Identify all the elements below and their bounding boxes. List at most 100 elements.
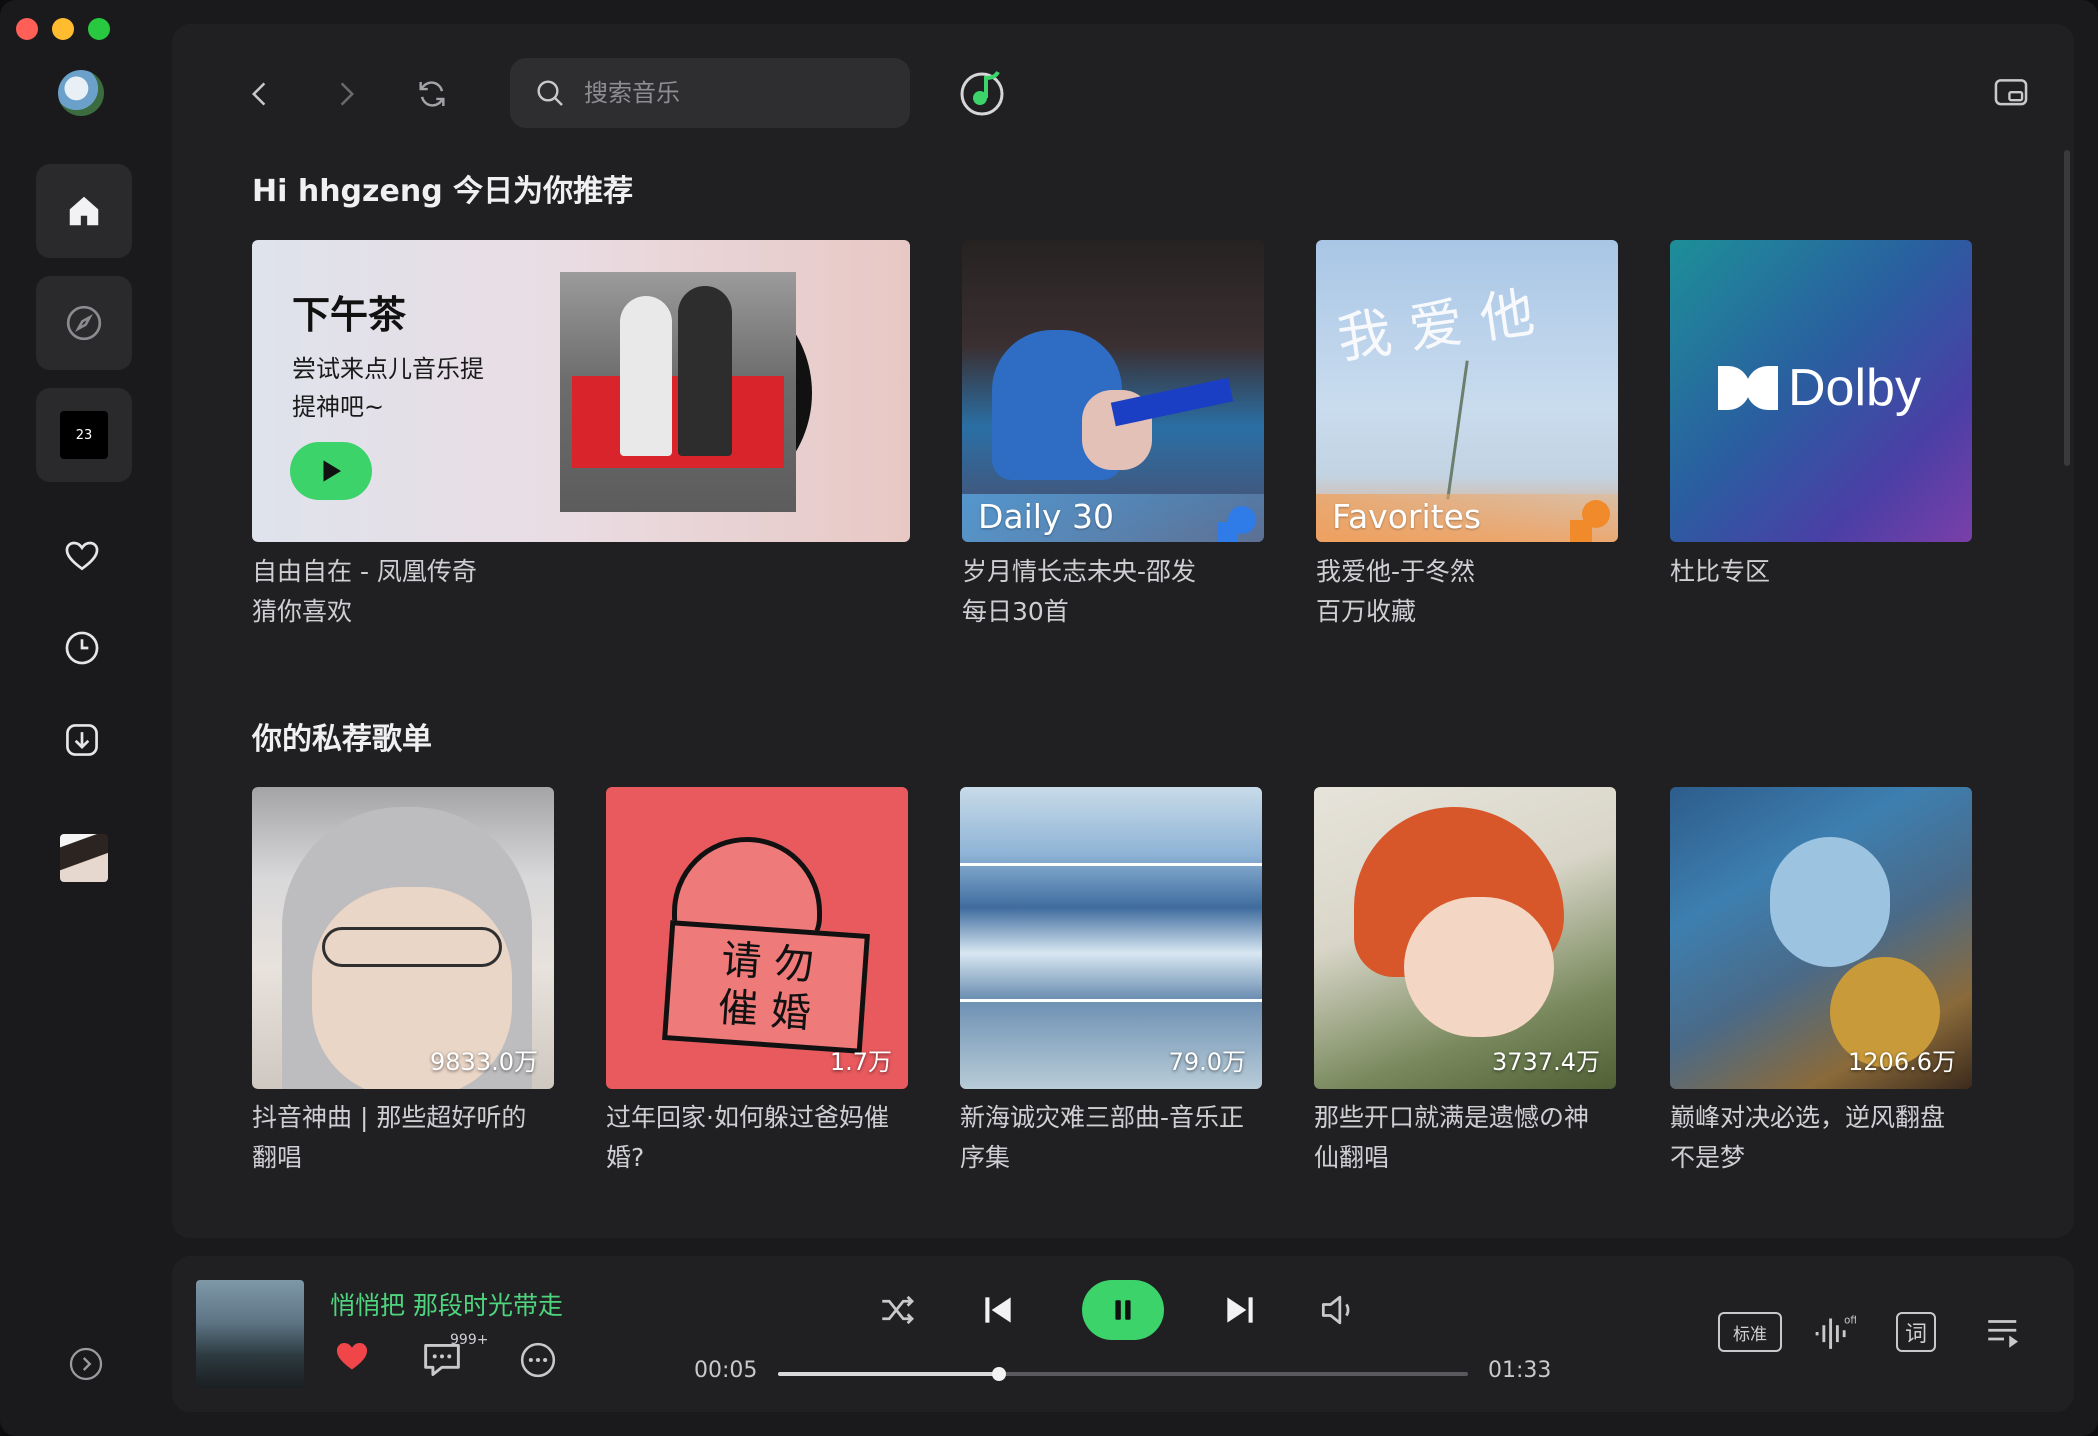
shuffle-icon <box>882 1295 914 1325</box>
back-button[interactable] <box>238 72 282 116</box>
featured-title: 下午茶 <box>292 293 407 337</box>
playlist-caption-line1: 那些开口就满是遗憾の神 <box>1314 1103 1590 1132</box>
dolby-caption[interactable]: 杜比专区 <box>1670 552 1770 592</box>
svg-text:off: off <box>1844 1316 1856 1327</box>
progress-fill <box>778 1372 999 1376</box>
shuffle-button[interactable] <box>872 1284 924 1336</box>
progress-handle[interactable] <box>991 1367 1006 1381</box>
cover-sign-line1: 请 勿 <box>719 936 816 990</box>
history-icon <box>65 631 99 665</box>
music-recognize-button[interactable] <box>958 66 1010 118</box>
daily30-caption[interactable]: 岁月情长志未央-邵发 每日30首 <box>962 552 1196 632</box>
sidebar: 23 <box>0 0 170 1436</box>
featured-caption-line2: 猜你喜欢 <box>252 597 353 626</box>
playlist-caption-line2: 序集 <box>960 1143 1011 1172</box>
play-count: 9833.0万 <box>430 1048 538 1076</box>
queue-icon <box>1988 1320 2018 1348</box>
sidebar-item-explore[interactable] <box>36 276 132 370</box>
featured-caption[interactable]: 自由自在 - 凤凰传奇 猜你喜欢 <box>252 552 477 632</box>
featured-caption-line1: 自由自在 - 凤凰传奇 <box>252 557 477 586</box>
favorites-card[interactable]: 我爱他 Favorites <box>1316 240 1618 542</box>
quality-button[interactable]: 标准 <box>1718 1312 1782 1352</box>
refresh-button[interactable] <box>410 72 454 116</box>
audio-effect-button[interactable]: off <box>1812 1310 1856 1354</box>
daily30-caption-line2: 每日30首 <box>962 597 1069 626</box>
cover-divider <box>960 999 1262 1002</box>
playlist-caption[interactable]: 新海诚灾难三部曲-音乐正 序集 <box>960 1098 1244 1178</box>
playlist-caption[interactable]: 巅峰对决必选，逆风翻盘 不是梦 <box>1670 1098 1945 1178</box>
search-input[interactable] <box>584 79 864 107</box>
elapsed-time: 00:05 <box>694 1358 758 1383</box>
music-recognize-icon <box>960 70 1004 116</box>
daily30-card[interactable]: Daily 30 <box>962 240 1264 542</box>
playlist-caption-line1: 过年回家·如何躲过爸妈催 <box>606 1103 889 1132</box>
playlist-card[interactable]: 3737.4万 <box>1314 787 1616 1089</box>
home-icon <box>69 196 99 226</box>
playlist-caption-line2: 仙翻唱 <box>1314 1143 1390 1172</box>
playlist-caption-line2: 不是梦 <box>1670 1143 1746 1172</box>
sidebar-item-downloads[interactable] <box>60 718 104 762</box>
daily30-label: Daily 30 <box>978 497 1114 536</box>
player-bar: 悄悄把 那段时光带走 999+ 00:05 01:33 标准 of 词 <box>172 1256 2074 1412</box>
lyrics-button[interactable]: 词 <box>1894 1310 1938 1354</box>
play-count: 1.7万 <box>829 1048 892 1076</box>
dolby-logo: Dolby <box>1718 358 1921 418</box>
volume-button[interactable] <box>1312 1284 1364 1336</box>
queue-button[interactable] <box>1982 1310 2026 1354</box>
download-icon <box>66 724 98 756</box>
cover-bottle <box>1110 377 1234 427</box>
playlist-card[interactable]: 79.0万 <box>960 787 1262 1089</box>
forward-button[interactable] <box>324 72 368 116</box>
sidebar-playlist-cover[interactable] <box>60 834 108 882</box>
explore-icon <box>66 305 102 341</box>
more-button[interactable] <box>516 1338 560 1382</box>
now-playing-title[interactable]: 悄悄把 那段时光带走 <box>330 1286 563 1322</box>
album-cover-image <box>560 272 796 512</box>
badge-square <box>1570 520 1592 542</box>
playlist-caption-line2: 婚? <box>606 1143 645 1172</box>
next-icon <box>1227 1297 1253 1323</box>
cover-sign: 请 勿 催 婚 <box>662 920 870 1054</box>
playlist-caption[interactable]: 那些开口就满是遗憾の神 仙翻唱 <box>1314 1098 1589 1178</box>
pause-icon <box>1115 1300 1131 1320</box>
progress-bar[interactable] <box>778 1367 1468 1381</box>
user-avatar[interactable] <box>58 70 104 116</box>
featured-play-button[interactable] <box>290 442 372 500</box>
dolby-caption-line1: 杜比专区 <box>1670 557 1771 586</box>
sidebar-item-daily[interactable]: 23 <box>36 388 132 482</box>
previous-button[interactable] <box>972 1284 1024 1336</box>
mini-player-button[interactable] <box>1992 74 2032 114</box>
sidebar-item-home[interactable] <box>36 164 132 258</box>
recommend-section-title: Hi hhgzeng 今日为你推荐 <box>252 174 634 209</box>
back-icon <box>251 82 266 106</box>
sidebar-item-favorites[interactable] <box>60 534 104 578</box>
like-button[interactable] <box>330 1334 374 1378</box>
cover-glasses <box>322 927 502 967</box>
playlist-caption[interactable]: 过年回家·如何躲过爸妈催 婚? <box>606 1098 889 1178</box>
sidebar-item-history[interactable] <box>60 626 104 670</box>
playlist-card[interactable]: 9833.0万 <box>252 787 554 1089</box>
playlist-caption-line2: 翻唱 <box>252 1143 303 1172</box>
playlist-card[interactable]: 1206.6万 <box>1670 787 1972 1089</box>
playlist-card[interactable]: 请 勿 催 婚 1.7万 <box>606 787 908 1089</box>
favorites-caption-line2: 百万收藏 <box>1316 597 1417 626</box>
lyrics-icon: 词 <box>1896 1312 1936 1352</box>
favorites-caption-line1: 我爱他-于冬然 <box>1316 557 1476 586</box>
sidebar-expand-button[interactable] <box>68 1346 104 1382</box>
search-box[interactable] <box>510 58 910 128</box>
dolby-label: Dolby <box>1788 359 1921 417</box>
main-content: Hi hhgzeng 今日为你推荐 下午茶 尝试来点儿音乐提提神吧~ 自由自在 … <box>172 24 2074 1238</box>
playlist-caption[interactable]: 抖音神曲 | 那些超好听的 翻唱 <box>252 1098 526 1178</box>
cover-sign-line2: 催 婚 <box>716 984 813 1038</box>
cover-figure-right <box>678 286 732 456</box>
favorites-caption[interactable]: 我爱他-于冬然 百万收藏 <box>1316 552 1475 632</box>
next-button[interactable] <box>1214 1284 1266 1336</box>
cover-handwriting: 我爱他 <box>1333 278 1557 371</box>
scrollbar[interactable] <box>2064 150 2070 466</box>
dolby-card[interactable]: Dolby <box>1670 240 1972 542</box>
now-playing-cover[interactable] <box>196 1280 304 1388</box>
audio-effect-icon: off <box>1815 1316 1856 1349</box>
pause-button[interactable] <box>1082 1280 1164 1340</box>
playlist-caption-line1: 抖音神曲 | 那些超好听的 <box>252 1103 527 1132</box>
featured-card[interactable]: 下午茶 尝试来点儿音乐提提神吧~ <box>252 240 910 542</box>
